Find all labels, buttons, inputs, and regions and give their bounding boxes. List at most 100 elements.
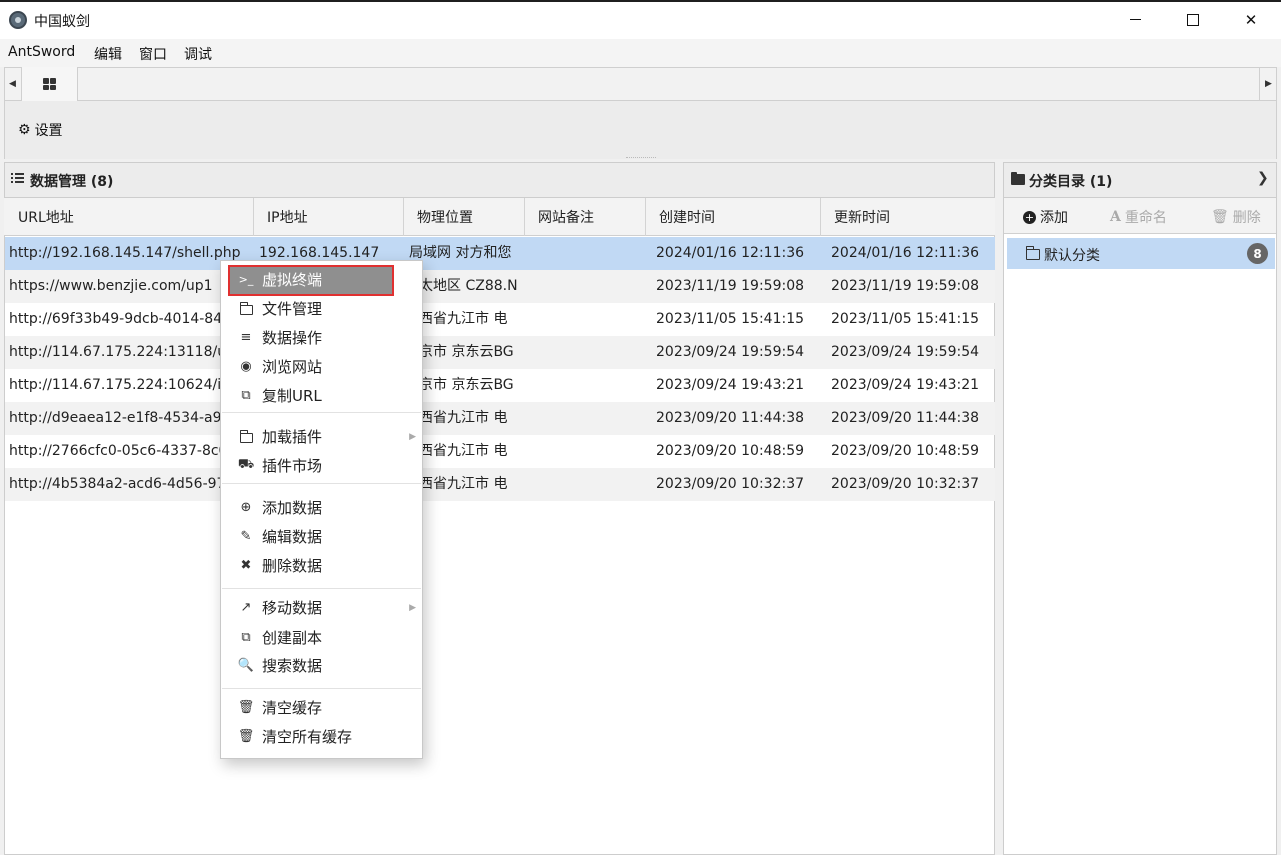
column-header-created[interactable]: 创建时间 <box>646 198 821 236</box>
column-header-ip[interactable]: IP地址 <box>254 198 404 236</box>
context-menu-item[interactable]: ⧉ 复制URL <box>221 381 422 410</box>
context-menu-label: 创建副本 <box>262 629 323 647</box>
table-row[interactable]: http://114.67.175.224:13118/up114.67.175… <box>5 336 995 369</box>
context-menu-item[interactable]: ≡ 数据操作 <box>221 323 422 352</box>
maximize-button[interactable] <box>1164 0 1222 39</box>
column-header-updated[interactable]: 更新时间 <box>821 198 995 236</box>
collapse-panel-button[interactable]: ❯ <box>1257 170 1269 186</box>
cell-created: 2023/09/24 19:59:54 <box>656 344 805 360</box>
context-menu-item[interactable]: 加载插件 ▶ <box>221 422 422 451</box>
cell-location: 北京市 京东云BG <box>405 377 514 393</box>
tab-home[interactable] <box>22 67 78 101</box>
column-header-location[interactable]: 物理位置 <box>404 198 525 236</box>
column-header-url[interactable]: URL地址 <box>5 198 254 236</box>
context-menu-item[interactable]: 🗑 清空所有缓存 <box>221 722 422 751</box>
tab-scroll-right-button[interactable]: ▶ <box>1259 67 1277 101</box>
context-menu-item[interactable]: ✎ 编辑数据 <box>221 522 422 551</box>
cell-note <box>530 435 650 468</box>
toolbar <box>4 101 1277 159</box>
cell-note <box>530 270 650 303</box>
context-menu-label: 浏览网站 <box>262 358 323 376</box>
settings-button[interactable]: ⚙ 设置 <box>18 120 63 140</box>
menu-separator <box>222 588 421 589</box>
menu-separator <box>222 688 421 689</box>
context-menu-item[interactable]: ⊕ 添加数据 <box>221 493 422 522</box>
context-menu-item[interactable]: 🗑 清空缓存 <box>221 693 422 722</box>
cell-location: 北京市 京东云BG <box>405 344 514 360</box>
rename-category-button[interactable]: A 重命名 <box>1110 207 1167 227</box>
cell-note <box>530 336 650 369</box>
grid-icon <box>43 78 56 90</box>
cell-location: 江西省九江市 电 <box>405 476 508 492</box>
highlight-annotation <box>228 265 394 296</box>
context-menu-item[interactable]: ⧉ 创建副本 <box>221 623 422 652</box>
menu-edit[interactable]: 编辑 <box>94 44 122 64</box>
trash-icon: 🗑 <box>237 729 255 744</box>
cell-updated: 2023/09/20 10:32:37 <box>831 476 980 492</box>
context-menu-item[interactable]: ◉ 浏览网站 <box>221 352 422 381</box>
context-menu-label: 复制URL <box>262 387 322 405</box>
cell-updated: 2023/11/19 19:59:08 <box>831 278 980 294</box>
cell-note <box>530 402 650 435</box>
search-icon: 🔍 <box>237 658 255 673</box>
folder-icon <box>238 429 254 445</box>
cart-icon: ⛟ <box>237 457 255 472</box>
context-menu-item[interactable]: 🔍 搜索数据 <box>221 651 422 680</box>
app-logo-icon <box>9 11 27 29</box>
context-menu-label: 添加数据 <box>262 499 323 517</box>
cell-location: 亚太地区 CZ88.N <box>405 278 518 294</box>
context-menu-label: 文件管理 <box>262 300 323 318</box>
list-icon <box>11 173 24 184</box>
caret-left-icon: ◀ <box>9 79 16 89</box>
cell-url: http://4b5384a2-acd6-4d56-97d9 <box>9 476 244 492</box>
menu-antsword[interactable]: AntSword <box>8 44 75 60</box>
tab-scroll-left-button[interactable]: ◀ <box>4 67 22 101</box>
rename-category-label: 重命名 <box>1124 210 1167 226</box>
add-category-label: 添加 <box>1040 210 1068 226</box>
cell-url: https://www.benzjie.com/up1 <box>9 278 213 294</box>
font-icon: A <box>1110 209 1121 225</box>
table-row[interactable]: http://69f33b49-9dcb-4014-84b117.21.200.… <box>5 303 995 336</box>
context-menu-label: 插件市场 <box>262 457 323 475</box>
menu-window[interactable]: 窗口 <box>139 44 167 64</box>
context-menu-item[interactable]: 文件管理 <box>221 294 422 323</box>
table-row[interactable]: http://2766cfc0-05c6-4337-8c0a117.21.200… <box>5 435 995 468</box>
context-menu-item[interactable]: ↗ 移动数据 ▶ <box>221 593 422 622</box>
minimize-button[interactable] <box>1106 0 1164 39</box>
cell-created: 2023/09/24 19:43:21 <box>656 377 805 393</box>
close-button[interactable]: ✕ <box>1222 0 1280 39</box>
cell-location: 江西省九江市 电 <box>405 443 508 459</box>
table-row[interactable]: http://114.67.175.224:10624/in114.67.175… <box>5 369 995 402</box>
add-category-button[interactable]: + 添加 <box>1023 207 1068 227</box>
close-icon: ✖ <box>240 558 252 573</box>
table-row[interactable]: https://www.benzjie.com/up1 亚太地区 CZ88.N 20… <box>5 270 995 303</box>
context-menu-label: 清空缓存 <box>262 699 323 717</box>
edit-icon: ✎ <box>240 529 252 544</box>
menu-separator <box>222 483 421 484</box>
folder-icon <box>238 301 254 317</box>
gear-icon: ⚙ <box>18 122 31 138</box>
menu-debug[interactable]: 调试 <box>184 44 212 64</box>
cell-created: 2023/09/20 10:48:59 <box>656 443 805 459</box>
cell-updated: 2023/11/05 15:41:15 <box>831 311 980 327</box>
folder-icon <box>1011 172 1025 185</box>
plus-circle-icon: ⊕ <box>240 500 252 515</box>
copy-icon: ⧉ <box>241 388 251 403</box>
table-row[interactable]: http://4b5384a2-acd6-4d56-97d9117.21.200… <box>5 468 995 501</box>
context-menu-item[interactable]: ⛟ 插件市场 <box>221 451 422 480</box>
cell-updated: 2023/09/20 10:48:59 <box>831 443 980 459</box>
close-icon: ✕ <box>1244 10 1258 29</box>
count-badge: 8 <box>1247 243 1268 264</box>
copy-icon: ⧉ <box>241 630 251 645</box>
context-menu-item[interactable]: ✖ 删除数据 <box>221 551 422 580</box>
cell-url: http://114.67.175.224:13118/up <box>9 344 235 360</box>
desktop-edge <box>0 0 1281 2</box>
data-panel-header <box>4 162 995 198</box>
column-header-note[interactable]: 网站备注 <box>525 198 646 236</box>
table-row[interactable]: http://192.168.145.147/shell.php 192.168.… <box>5 237 995 270</box>
delete-category-button[interactable]: 🗑 删除 <box>1211 207 1261 227</box>
maximize-icon <box>1187 13 1199 26</box>
database-icon: ≡ <box>240 330 252 345</box>
splitter-handle[interactable] <box>626 157 656 159</box>
table-row[interactable]: http://d9eaea12-e1f8-4534-a964117.21.200… <box>5 402 995 435</box>
